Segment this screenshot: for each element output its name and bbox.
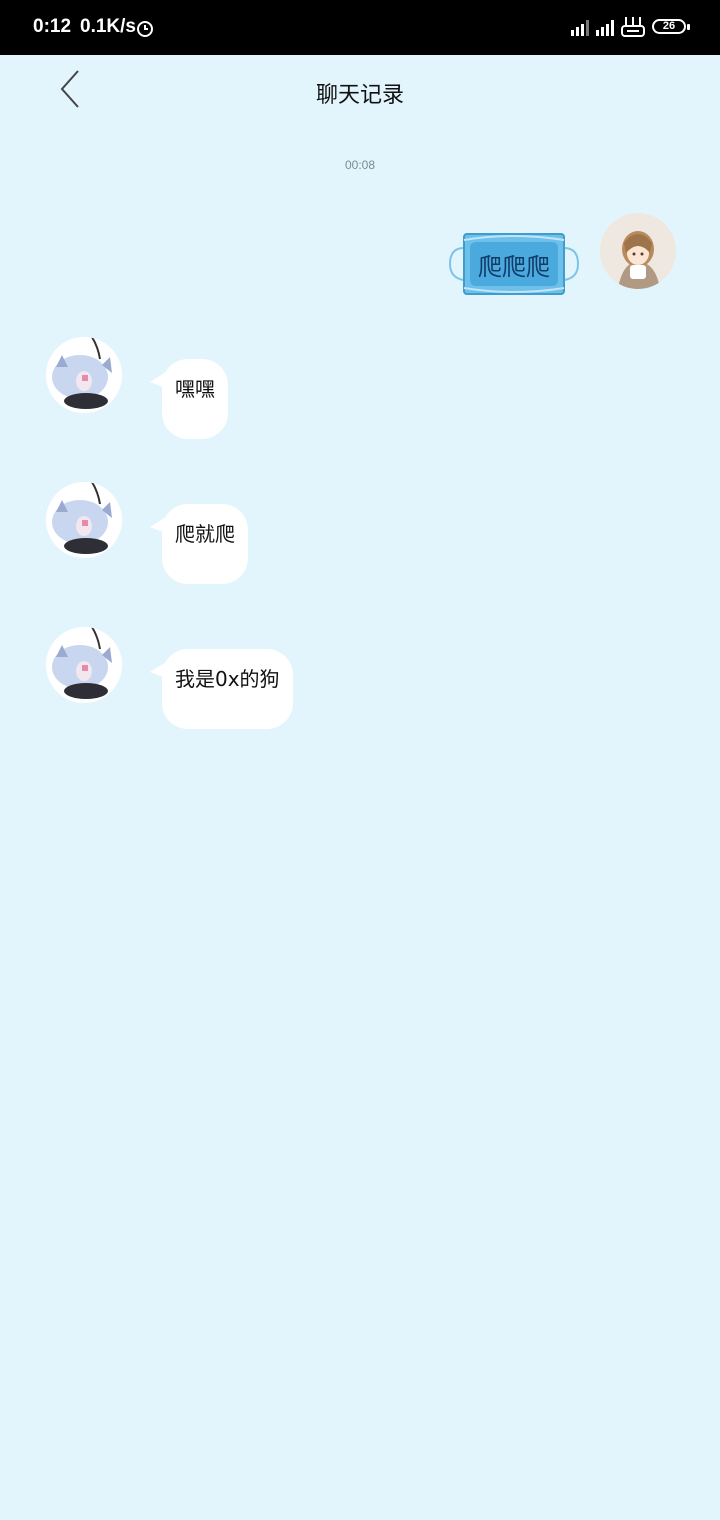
message-bubble[interactable]: 爬就爬	[162, 504, 248, 584]
clock-icon	[137, 21, 153, 37]
battery-icon: 26	[652, 19, 686, 34]
cat-girl-avatar-icon	[46, 627, 122, 703]
router-icon	[621, 17, 645, 37]
signal-icon	[596, 20, 614, 36]
cat-girl-avatar-icon	[46, 337, 122, 413]
page-title: 聊天记录	[315, 83, 404, 108]
network-speed: 0.1K/s	[80, 16, 136, 37]
status-bar: 0:12 0.1K/s 26	[0, 0, 720, 55]
contact-avatar[interactable]	[46, 627, 122, 703]
battery-nub	[687, 24, 690, 30]
sticker-text: 爬爬爬	[478, 253, 550, 281]
cat-girl-avatar-icon	[46, 482, 122, 558]
mask-sticker[interactable]: 爬爬爬	[448, 228, 580, 300]
girl-avatar-icon	[600, 213, 676, 289]
battery-level: 26	[662, 20, 676, 32]
contact-avatar[interactable]	[46, 482, 122, 558]
chat-header: 聊天记录	[0, 55, 720, 125]
message-bubble[interactable]: 我是0x的狗	[162, 649, 293, 729]
signal-icon	[571, 20, 589, 36]
message-timestamp: 00:08	[344, 158, 376, 172]
message-bubble[interactable]: 嘿嘿	[162, 359, 228, 439]
contact-avatar[interactable]	[46, 337, 122, 413]
my-avatar[interactable]	[600, 213, 676, 289]
status-time: 0:12	[33, 16, 72, 37]
